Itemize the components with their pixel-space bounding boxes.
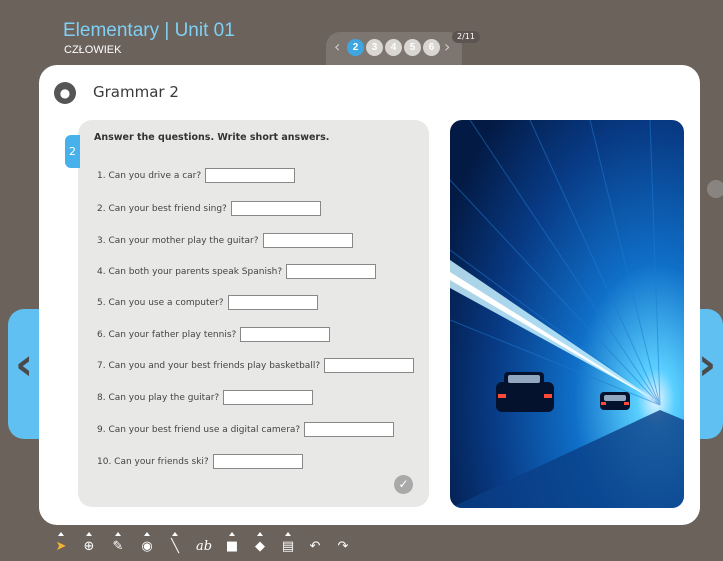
tool-menu-caret[interactable] [58,532,64,536]
pen-tool[interactable]: ✎ [109,532,127,558]
undo-button[interactable]: ↶ [306,532,324,558]
answer-field[interactable] [230,201,321,216]
undo-icon: ↶ [309,539,321,554]
tool-menu-caret[interactable] [172,532,178,536]
answer-field[interactable] [304,422,395,437]
tool-menu-caret[interactable] [285,532,291,536]
content-card: ● Grammar 2 2 Answer the questions. Writ… [39,65,700,525]
page-dot-5[interactable]: 5 [404,39,421,56]
next-page-button[interactable]: › [698,309,723,439]
check-answers-button[interactable]: ✓ [394,475,413,494]
zoom-icon: ⊕ [83,539,95,554]
fill-tool[interactable]: ◉ [138,532,156,558]
fill-icon: ◉ [141,539,153,554]
chat-icon[interactable] [707,180,723,198]
answer-field[interactable] [324,358,415,373]
page-dot-6[interactable]: 6 [423,39,440,56]
exercise-instruction: Answer the questions. Write short answer… [94,132,330,143]
question-label: 9. Can your best friend use a digital ca… [97,424,301,435]
answer-field[interactable] [262,233,353,248]
question-row: 8. Can you play the guitar? [97,389,314,406]
question-label: 6. Can your father play tennis? [97,329,237,340]
exercise-number: 2 [65,135,80,168]
drawing-toolbar: ➤ ⊕ ✎ ◉ ╲ ab ■ ◆ ▤ ↶ ↷ [52,532,362,558]
question-label: 3. Can your mother play the guitar? [97,235,259,246]
text-icon: ab [195,539,213,554]
eraser-tool[interactable]: ◆ [251,532,269,558]
rectangle-tool[interactable]: ■ [223,532,241,558]
answer-field[interactable] [223,390,314,405]
question-row: 3. Can your mother play the guitar? [97,232,353,249]
page-dot-3[interactable]: 3 [366,39,383,56]
chevron-left-icon: ‹ [15,339,34,390]
answer-field[interactable] [227,295,318,310]
answer-field[interactable] [212,454,303,469]
card-title: Grammar 2 [93,83,179,101]
pointer-tool[interactable]: ➤ [52,532,70,558]
redo-icon: ↷ [337,539,349,554]
pager-prev-icon[interactable]: ‹ [334,37,340,56]
pen-icon: ✎ [112,539,124,554]
chevron-right-icon: › [698,339,717,390]
tool-menu-caret[interactable] [86,532,92,536]
question-label: 7. Can you and your best friends play ba… [97,360,321,371]
question-row: 2. Can your best friend sing? [97,200,321,217]
page-navigator: ‹ 2 3 4 5 6 › [326,32,462,66]
text-tool[interactable]: ab [195,532,213,558]
line-icon: ╲ [171,539,179,554]
note-tool[interactable]: ▤ [279,532,297,558]
line-tool[interactable]: ╲ [166,532,184,558]
eraser-icon: ◆ [255,539,265,554]
question-row: 4. Can both your parents speak Spanish? [97,263,377,280]
tool-menu-caret[interactable] [144,532,150,536]
answer-field[interactable] [240,327,331,342]
page-count-badge: 2/11 [452,31,480,43]
question-row: 9. Can your best friend use a digital ca… [97,421,395,438]
pointer-icon: ➤ [55,539,67,554]
page-dot-2[interactable]: 2 [347,39,364,56]
page-dot-4[interactable]: 4 [385,39,402,56]
tunnel-photo [450,120,684,508]
owl-icon: ● [54,82,76,104]
header-title: Elementary | Unit 01 [63,20,235,41]
tool-menu-caret[interactable] [257,532,263,536]
pager-next-icon[interactable]: › [444,37,450,56]
redo-button[interactable]: ↷ [334,532,352,558]
question-row: 6. Can your father play tennis? [97,326,331,343]
question-label: 5. Can you use a computer? [97,297,224,308]
tool-menu-caret[interactable] [229,532,235,536]
question-row: 10. Can your friends ski? [97,453,303,470]
question-label: 2. Can your best friend sing? [97,203,227,214]
tool-menu-caret[interactable] [115,532,121,536]
question-label: 4. Can both your parents speak Spanish? [97,266,283,277]
note-icon: ▤ [281,539,295,554]
question-label: 1. Can you drive a car? [97,170,202,181]
question-label: 10. Can your friends ski? [97,456,209,467]
zoom-tool[interactable]: ⊕ [80,532,98,558]
question-row: 5. Can you use a computer? [97,294,318,311]
question-label: 8. Can you play the guitar? [97,392,220,403]
exercise-panel: 2 Answer the questions. Write short answ… [65,120,429,507]
question-row: 1. Can you drive a car? [97,167,296,184]
answer-field[interactable] [286,264,377,279]
question-row: 7. Can you and your best friends play ba… [97,357,415,374]
rectangle-icon: ■ [225,539,239,554]
header-subtitle: CZŁOWIEK [64,44,122,56]
answer-field[interactable] [205,168,296,183]
